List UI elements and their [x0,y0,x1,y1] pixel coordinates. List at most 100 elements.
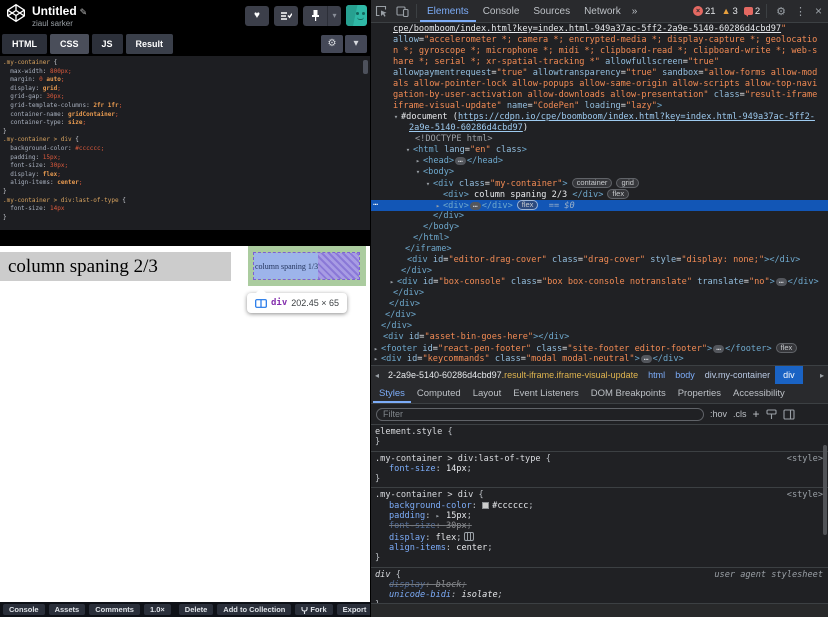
expand-ellipsis-button[interactable]: … [455,157,466,165]
twisty-icon[interactable]: ▸ [371,344,381,354]
expand-shorthand-icon[interactable]: ▸ [436,512,444,520]
tree-row[interactable]: ▸<head>…</head> [371,156,828,167]
editor-collapse-button[interactable]: ▾ [345,35,367,53]
rule-origin-link[interactable]: <style> [787,454,823,464]
style-property[interactable]: font-size: 30px; [375,521,824,531]
kebab-menu-icon[interactable]: ⋮ [792,5,809,18]
rule-selector[interactable]: .my-container > div:last-of-type {<style… [375,454,824,464]
color-swatch[interactable] [482,502,489,509]
tree-row[interactable]: allowpaymentrequest="true" allowtranspar… [371,68,828,79]
editor-tab-result[interactable]: Result [126,34,174,54]
badge-flex[interactable]: flex [607,189,629,199]
styles-tab-dom-breakpoints[interactable]: DOM Breakpoints [585,384,672,403]
style-property[interactable]: font-size: 14px; [375,464,824,474]
twisty-icon[interactable]: ▾ [423,179,433,189]
errors-badge[interactable]: ×21 [693,6,716,17]
tree-row[interactable]: </div> [371,310,828,321]
tree-row[interactable]: </div> [371,288,828,299]
tree-row[interactable]: ▾<body> [371,167,828,178]
tree-row[interactable]: </iframe> [371,244,828,255]
badge-flex[interactable]: flex [776,343,798,353]
footer-button-fork[interactable]: Fork [295,604,332,615]
devtools-tab-elements[interactable]: Elements [420,0,476,22]
expand-ellipsis-button[interactable]: … [713,345,724,353]
tree-row[interactable]: gation-by-user-activation allow-download… [371,90,828,101]
footer-button-add-to-collection[interactable]: Add to Collection [217,604,291,615]
tree-row[interactable]: </html> [371,233,828,244]
footer-button-assets[interactable]: Assets [49,604,86,615]
tree-row[interactable]: ▾<html lang="en" class> [371,145,828,156]
style-property[interactable]: display: block; [375,580,824,590]
tree-row[interactable]: hare *; serial *; xr-spatial-tracking *"… [371,57,828,68]
footer-button-console[interactable]: Console [3,604,45,615]
devtools-settings-icon[interactable]: ⚙ [770,5,792,18]
tree-row[interactable]: 2a9e-5140-60286d4cbd97) [371,123,828,134]
tree-row[interactable]: </div> [371,266,828,277]
tree-row[interactable]: ▾#document (https://cdpn.io/cpe/boomboom… [371,112,828,123]
breadcrumb-scroll-right-icon[interactable]: ▸ [816,371,828,380]
breadcrumb-item[interactable]: div [775,366,803,384]
tree-row[interactable]: ▸<div id="keycommands" class="modal moda… [371,354,828,365]
breadcrumb-item[interactable]: body [670,370,700,380]
row-actions-dots[interactable]: ⋯ [373,200,377,211]
breadcrumb-scroll-left-icon[interactable]: ◂ [371,371,383,380]
rendering-emulation-icon[interactable] [766,409,777,420]
more-tabs-button[interactable]: » [628,6,642,17]
badge-grid[interactable]: grid [616,178,639,188]
styles-tab-layout[interactable]: Layout [467,384,508,403]
styles-scrollbar[interactable] [823,445,827,535]
rule-origin-link[interactable]: <style> [787,490,823,500]
expand-ellipsis-button[interactable]: … [470,202,481,210]
twisty-icon[interactable]: ▸ [413,156,423,167]
tree-row[interactable]: ▸<div id="box-console" class="box box-co… [371,277,828,288]
pen-title[interactable]: Untitled [32,4,77,18]
codepen-logo-icon[interactable] [6,3,26,28]
css-editor[interactable]: .my-container { max-width: 800px; margin… [0,56,370,230]
pen-author[interactable]: ziaul sarker [32,20,87,29]
footer-button-comments[interactable]: Comments [89,604,140,615]
close-devtools-icon[interactable]: × [809,4,828,18]
styles-tab-event-listeners[interactable]: Event Listeners [507,384,584,403]
tree-row[interactable]: allow="accelerometer *; camera *; encryp… [371,35,828,46]
tree-row[interactable]: <div> column spaning 2/3 </div>flex [371,189,828,200]
style-property[interactable]: padding: ▸ 15px; [375,511,824,521]
editor-scrollbar[interactable] [363,60,368,74]
toggle-hover-state-button[interactable]: :hov [710,409,727,419]
styles-tab-accessibility[interactable]: Accessibility [727,384,791,403]
styles-tab-computed[interactable]: Computed [411,384,467,403]
expand-ellipsis-button[interactable]: … [776,278,787,286]
twisty-icon[interactable]: ▸ [371,354,381,365]
expand-ellipsis-button[interactable]: … [641,355,652,363]
like-button[interactable]: ♥ [245,6,269,26]
twisty-icon[interactable]: ▾ [403,145,413,156]
computed-panel-toggle-icon[interactable] [783,409,795,420]
flexbox-editor-icon[interactable] [464,532,474,541]
device-toolbar-icon[interactable] [396,5,409,17]
pin-button[interactable] [303,6,327,26]
tree-row[interactable]: als allow-pointer-lock allow-popups allo… [371,79,828,90]
style-property[interactable]: background-color: #cccccc; [375,501,824,511]
style-property[interactable]: display: flex; [375,532,824,543]
rule-selector[interactable]: div {user agent stylesheet [375,570,824,580]
tree-row[interactable]: </body> [371,222,828,233]
footer-button-1-0-[interactable]: 1.0× [144,604,171,615]
tree-row[interactable]: ▸<footer id="react-pen-footer" class="si… [371,343,828,354]
twisty-icon[interactable]: ▾ [391,112,401,123]
rule-selector[interactable]: .my-container > div {<style> [375,490,824,500]
inspect-element-icon[interactable] [375,5,388,17]
rule-selector[interactable]: element.style { [375,427,824,437]
styles-filter-input[interactable] [376,408,704,421]
new-style-rule-button[interactable]: + [753,409,760,419]
toggle-class-button[interactable]: .cls [733,409,747,419]
editor-tab-js[interactable]: JS [92,34,123,54]
twisty-icon[interactable]: ▸ [387,277,397,288]
styles-tab-properties[interactable]: Properties [672,384,727,403]
twisty-icon[interactable]: ▸ [433,201,443,211]
edit-title-icon[interactable]: ✎ [80,7,88,17]
settings-button[interactable] [274,6,298,26]
tree-row[interactable]: </div> [371,321,828,332]
tree-row[interactable]: </div> [371,299,828,310]
styles-tab-styles[interactable]: Styles [373,384,411,403]
devtools-tab-sources[interactable]: Sources [526,0,577,22]
tree-row[interactable]: n *; gyroscope *; microphone *; midi *; … [371,46,828,57]
